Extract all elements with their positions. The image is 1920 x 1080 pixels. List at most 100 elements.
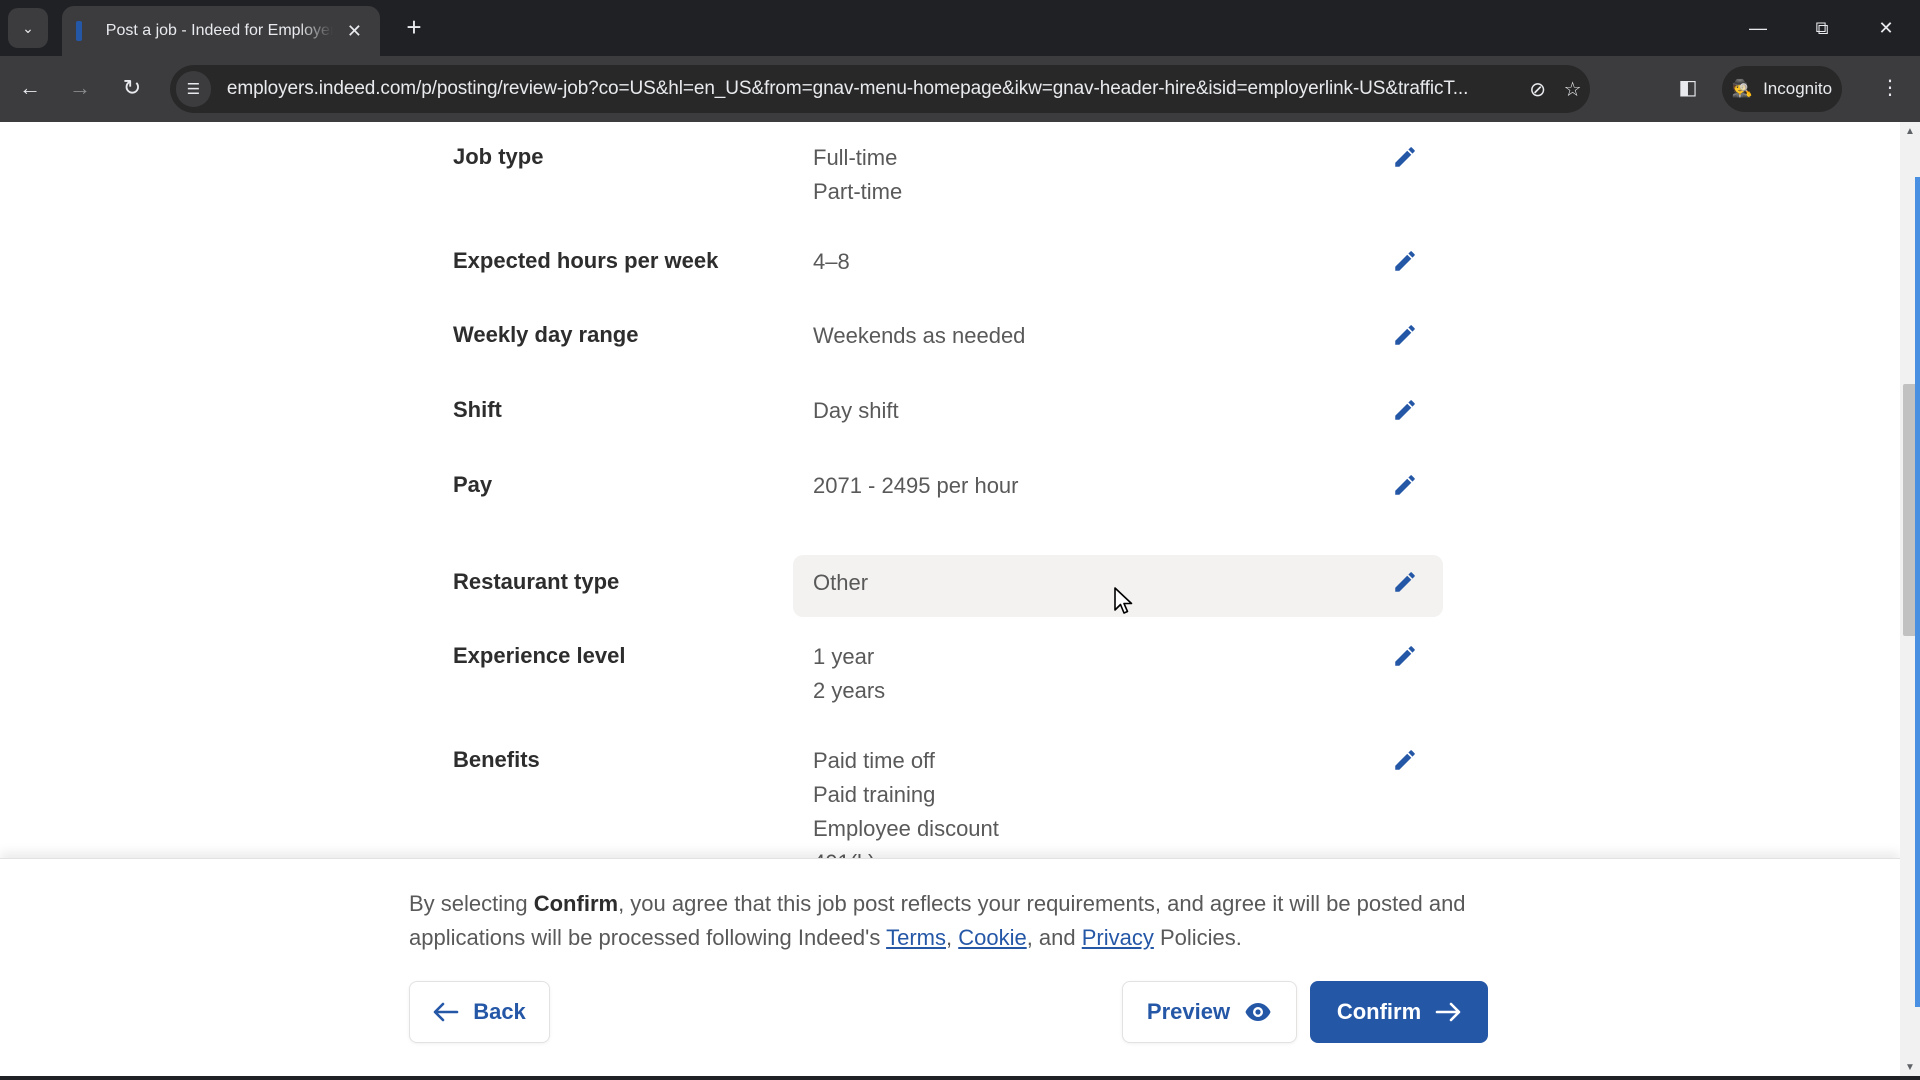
- pencil-icon: [1395, 646, 1415, 666]
- back-label: Back: [473, 999, 526, 1024]
- reload-button[interactable]: ↻: [114, 70, 150, 106]
- field-label-restaurant-type: Restaurant type: [453, 569, 620, 594]
- cookie-link[interactable]: Cookie: [958, 925, 1026, 950]
- consent-text: By selecting Confirm, you agree that thi…: [409, 887, 1499, 955]
- value-item: Other: [813, 570, 869, 595]
- value-item: Paid training: [813, 782, 936, 807]
- edit-job-type-button[interactable]: [1390, 142, 1420, 172]
- value-item: 2 years: [813, 678, 886, 703]
- plus-icon: +: [406, 12, 422, 42]
- new-tab-button[interactable]: +: [398, 12, 430, 44]
- value-item: 4–8: [813, 249, 850, 274]
- restore-icon: ⧉: [1815, 18, 1829, 38]
- eye-icon: [1245, 1003, 1271, 1021]
- browser-menu-button[interactable]: ⋮: [1872, 70, 1908, 106]
- field-label-experience-level: Experience level: [453, 643, 626, 668]
- incognito-icon: 🕵: [1731, 79, 1754, 98]
- value-item: Full-time: [813, 145, 898, 170]
- field-value-pay: 2071 - 2495 per hour: [813, 469, 1019, 503]
- field-label-benefits: Benefits: [453, 747, 540, 772]
- field-label-pay: Pay: [453, 472, 493, 497]
- kebab-menu-icon: ⋮: [1880, 77, 1900, 99]
- pencil-icon: [1395, 572, 1415, 592]
- field-value-expected-hours: 4–8: [813, 245, 850, 279]
- consent-bold: Confirm: [533, 891, 619, 916]
- star-icon[interactable]: ☆: [1555, 77, 1590, 102]
- arrow-right-icon: [1435, 1002, 1461, 1022]
- incognito-indicator[interactable]: 🕵 Incognito: [1722, 66, 1842, 112]
- incognito-label: Incognito: [1763, 79, 1833, 98]
- forward-nav-button[interactable]: →: [62, 70, 98, 106]
- edit-shift-button[interactable]: [1390, 395, 1420, 425]
- edit-expected-hours-button[interactable]: [1390, 246, 1420, 276]
- value-item: Weekends as needed: [813, 323, 1026, 348]
- privacy-link[interactable]: Privacy: [1082, 925, 1154, 950]
- scroll-up-icon[interactable]: ▲: [1904, 126, 1916, 138]
- consent-sep: , and: [1026, 925, 1082, 950]
- arrow-left-icon: [433, 1002, 459, 1022]
- restore-button[interactable]: ⧉: [1802, 12, 1842, 44]
- tune-icon: ☰: [186, 81, 201, 98]
- value-item: 2071 - 2495 per hour: [813, 473, 1019, 498]
- url-text[interactable]: employers.indeed.com/p/posting/review-jo…: [227, 78, 1520, 100]
- edit-weekly-day-range-button[interactable]: [1390, 320, 1420, 350]
- browser-tab-bar: ⌄ Post a job - Indeed for Employers ✕ + …: [0, 0, 1920, 56]
- scroll-down-icon[interactable]: ▼: [1904, 1062, 1916, 1074]
- pencil-icon: [1395, 325, 1415, 345]
- side-panel-button[interactable]: ◧: [1670, 70, 1706, 106]
- page-scrollbar[interactable]: ▲ ▼: [1900, 122, 1920, 1080]
- confirm-footer: By selecting Confirm, you agree that thi…: [0, 858, 1900, 1080]
- pencil-icon: [1395, 750, 1415, 770]
- value-item: Paid time off: [813, 748, 935, 773]
- value-item: 1 year: [813, 644, 875, 669]
- edit-benefits-button[interactable]: [1390, 745, 1420, 775]
- close-icon[interactable]: ✕: [343, 21, 366, 42]
- reload-icon: ↻: [122, 75, 142, 100]
- review-job-page: Job type Full-time Part-time Expected ho…: [0, 122, 1900, 1080]
- site-info-button[interactable]: ☰: [176, 71, 211, 107]
- field-label-job-type: Job type: [453, 144, 544, 169]
- close-icon: ✕: [1878, 18, 1894, 38]
- arrow-right-icon: →: [69, 75, 91, 100]
- edit-pay-button[interactable]: [1390, 470, 1420, 500]
- side-panel-icon: ◧: [1678, 77, 1698, 99]
- back-nav-button[interactable]: ←: [12, 70, 48, 106]
- pencil-icon: [1395, 147, 1415, 167]
- mouse-cursor-icon: [1114, 587, 1133, 614]
- value-item: Employee discount: [813, 816, 999, 841]
- minimize-button[interactable]: —: [1738, 12, 1778, 44]
- edit-experience-level-button[interactable]: [1390, 641, 1420, 671]
- field-value-job-type: Full-time Part-time: [813, 141, 902, 209]
- pencil-icon: [1395, 251, 1415, 271]
- minimize-icon: —: [1749, 18, 1767, 38]
- arrow-left-icon: ←: [19, 75, 41, 100]
- field-value-restaurant-type[interactable]: Other: [813, 566, 868, 600]
- confirm-label: Confirm: [1336, 999, 1422, 1024]
- value-item: Day shift: [813, 398, 899, 423]
- field-value-weekly-day-range: Weekends as needed: [813, 319, 1025, 353]
- field-label-weekly-day-range: Weekly day range: [453, 322, 639, 347]
- browser-tab-active[interactable]: Post a job - Indeed for Employers ✕: [62, 6, 380, 56]
- value-item: Part-time: [813, 179, 903, 204]
- field-label-expected-hours: Expected hours per week: [453, 248, 719, 273]
- tab-title: Post a job - Indeed for Employers: [105, 22, 333, 39]
- scroll-accent-bar: [1915, 177, 1920, 1007]
- close-window-button[interactable]: ✕: [1866, 12, 1906, 44]
- eye-off-icon[interactable]: ⊘: [1520, 77, 1555, 102]
- consent-suffix: Policies.: [1153, 925, 1242, 950]
- pencil-icon: [1395, 400, 1415, 420]
- edit-restaurant-type-button[interactable]: [1390, 567, 1420, 597]
- window-bottom-edge: [0, 1076, 1920, 1080]
- indeed-favicon-icon: [76, 21, 82, 41]
- browser-toolbar: ← → ↻ ☰ employers.indeed.com/p/posting/r…: [0, 56, 1920, 122]
- chevron-down-icon: ⌄: [22, 19, 34, 36]
- preview-button[interactable]: Preview: [1122, 981, 1297, 1043]
- back-button[interactable]: Back: [409, 981, 550, 1043]
- confirm-button[interactable]: Confirm: [1310, 981, 1488, 1043]
- terms-link[interactable]: Terms: [886, 925, 946, 950]
- address-bar[interactable]: ☰ employers.indeed.com/p/posting/review-…: [170, 65, 1590, 113]
- pencil-icon: [1395, 475, 1415, 495]
- tab-search-button[interactable]: ⌄: [8, 8, 48, 48]
- field-label-shift: Shift: [453, 397, 502, 422]
- field-value-shift: Day shift: [813, 394, 899, 428]
